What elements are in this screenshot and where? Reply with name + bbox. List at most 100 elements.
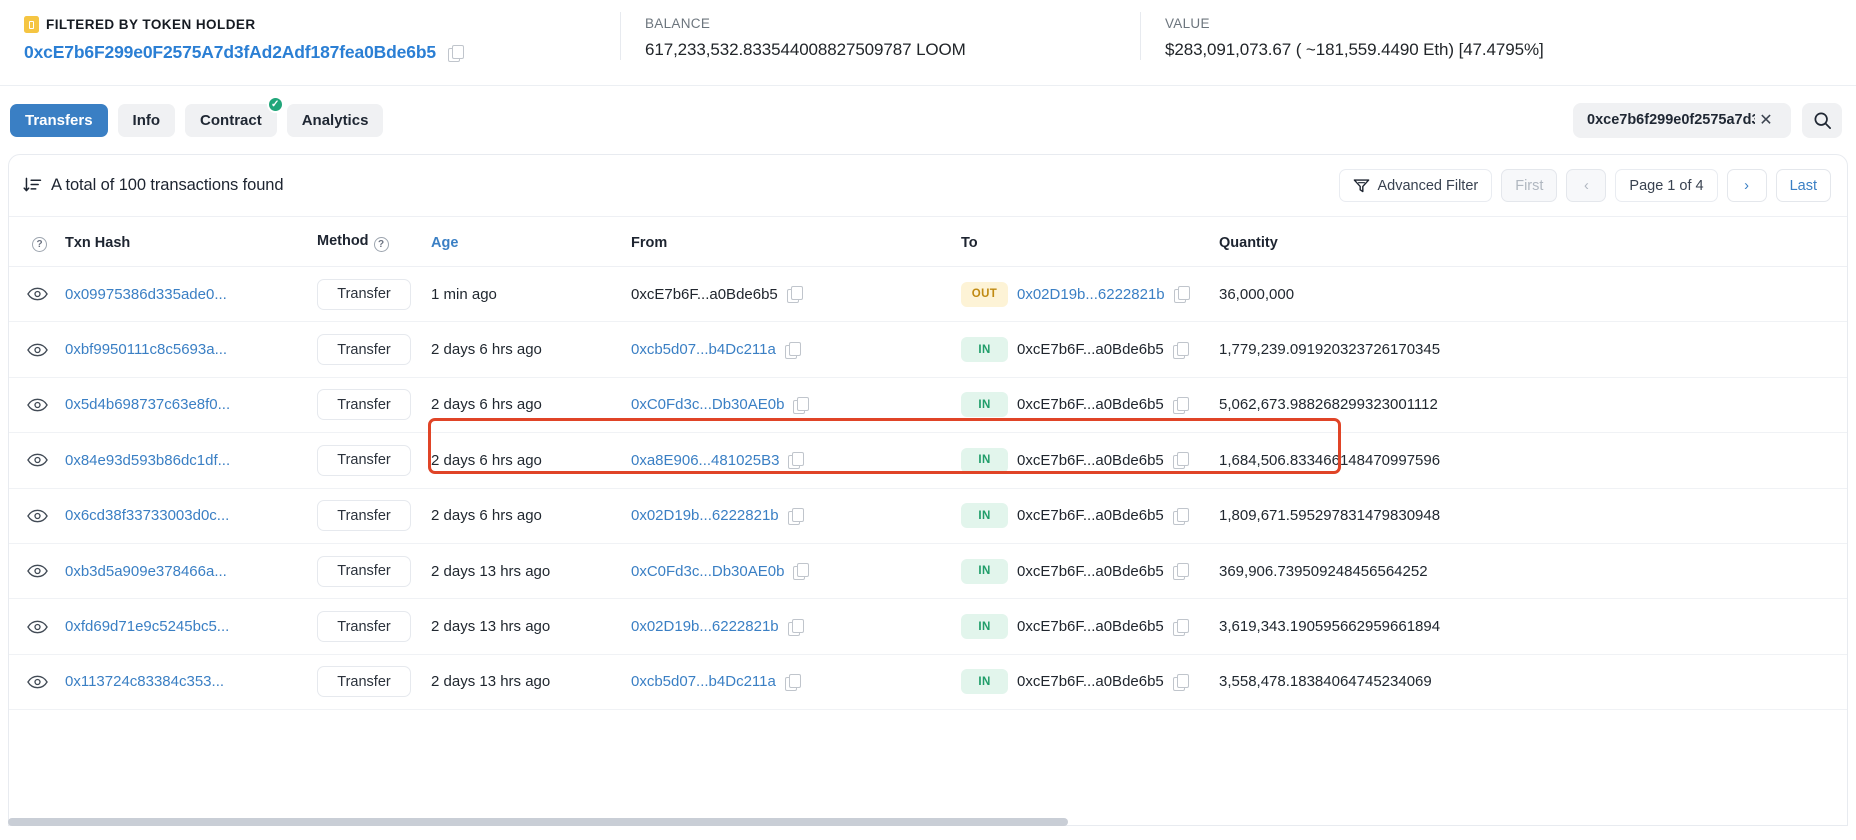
search-input[interactable]: [1587, 112, 1755, 128]
copy-icon[interactable]: [1173, 452, 1188, 468]
copy-icon[interactable]: [788, 452, 803, 468]
eye-icon[interactable]: [27, 675, 65, 689]
copy-icon[interactable]: [788, 619, 803, 635]
table-row[interactable]: 0xb3d5a909e378466a...Transfer2 days 13 h…: [9, 543, 1847, 598]
header-age[interactable]: Age: [431, 217, 631, 267]
copy-icon[interactable]: [1173, 508, 1188, 524]
row-from-cell[interactable]: 0x02D19b...6222821b: [631, 599, 961, 654]
row-eye-cell[interactable]: [9, 654, 65, 709]
table-row[interactable]: 0x84e93d593b86dc1df...Transfer2 days 6 h…: [9, 433, 1847, 488]
pagination-first-button[interactable]: First: [1501, 169, 1557, 202]
question-circle-icon[interactable]: ?: [374, 237, 389, 252]
eye-icon[interactable]: [27, 287, 65, 301]
copy-icon[interactable]: [1174, 286, 1189, 302]
row-txn-hash-cell[interactable]: 0xbf9950111c8c5693a...: [65, 322, 317, 377]
eye-icon[interactable]: [27, 509, 65, 523]
from-address[interactable]: 0xC0Fd3c...Db30AE0b: [631, 396, 784, 413]
copy-icon[interactable]: [448, 45, 463, 61]
table-row[interactable]: 0x6cd38f33733003d0c...Transfer2 days 6 h…: [9, 488, 1847, 543]
eye-icon[interactable]: [27, 564, 65, 578]
row-to-cell[interactable]: IN0xcE7b6F...a0Bde6b5: [961, 654, 1219, 709]
copy-icon[interactable]: [1173, 563, 1188, 579]
eye-icon[interactable]: [27, 453, 65, 467]
row-from-cell[interactable]: 0xC0Fd3c...Db30AE0b: [631, 377, 961, 432]
from-address[interactable]: 0x02D19b...6222821b: [631, 618, 779, 635]
row-to-cell[interactable]: IN0xcE7b6F...a0Bde6b5: [961, 322, 1219, 377]
horizontal-scrollbar[interactable]: [8, 818, 1068, 826]
row-eye-cell[interactable]: [9, 322, 65, 377]
row-eye-cell[interactable]: [9, 377, 65, 432]
copy-icon[interactable]: [793, 563, 808, 579]
row-to-cell[interactable]: OUT0x02D19b...6222821b: [961, 267, 1219, 322]
txn-hash-link[interactable]: 0xfd69d71e9c5245bc5...: [65, 618, 229, 635]
row-from-cell[interactable]: 0xC0Fd3c...Db30AE0b: [631, 543, 961, 598]
copy-icon[interactable]: [787, 286, 802, 302]
search-pill[interactable]: ✕: [1573, 103, 1791, 138]
eye-icon[interactable]: [27, 620, 65, 634]
row-txn-hash-cell[interactable]: 0x84e93d593b86dc1df...: [65, 433, 317, 488]
eye-icon[interactable]: [27, 398, 65, 412]
from-address[interactable]: 0xcb5d07...b4Dc211a: [631, 341, 776, 358]
copy-icon[interactable]: [793, 397, 808, 413]
pagination-last-button[interactable]: Last: [1776, 169, 1831, 202]
table-row[interactable]: 0xfd69d71e9c5245bc5...Transfer2 days 13 …: [9, 599, 1847, 654]
txn-hash-link[interactable]: 0x84e93d593b86dc1df...: [65, 452, 230, 469]
copy-icon[interactable]: [1173, 342, 1188, 358]
row-eye-cell[interactable]: [9, 543, 65, 598]
tab-analytics[interactable]: Analytics: [287, 104, 384, 137]
search-button[interactable]: [1802, 103, 1842, 138]
row-eye-cell[interactable]: [9, 433, 65, 488]
to-address[interactable]: 0x02D19b...6222821b: [1017, 286, 1165, 303]
row-eye-cell[interactable]: [9, 267, 65, 322]
row-eye-cell[interactable]: [9, 599, 65, 654]
token-holder-address[interactable]: 0xcE7b6F299e0F2575A7d3fAd2Adf187fea0Bde6…: [24, 42, 436, 63]
row-txn-hash-cell[interactable]: 0x113724c83384c353...: [65, 654, 317, 709]
copy-icon[interactable]: [785, 674, 800, 690]
from-address[interactable]: 0xcb5d07...b4Dc211a: [631, 673, 776, 690]
eye-icon[interactable]: [27, 343, 65, 357]
row-to-cell[interactable]: IN0xcE7b6F...a0Bde6b5: [961, 433, 1219, 488]
row-txn-hash-cell[interactable]: 0x6cd38f33733003d0c...: [65, 488, 317, 543]
tab-contract[interactable]: Contract ✓: [185, 104, 277, 137]
txn-hash-link[interactable]: 0x5d4b698737c63e8f0...: [65, 396, 230, 413]
tab-transfers[interactable]: Transfers: [10, 104, 108, 137]
row-to-cell[interactable]: IN0xcE7b6F...a0Bde6b5: [961, 377, 1219, 432]
transactions-total-text: A total of 100 transactions found: [51, 176, 283, 195]
copy-icon[interactable]: [1173, 619, 1188, 635]
txn-hash-link[interactable]: 0xbf9950111c8c5693a...: [65, 341, 227, 358]
copy-icon[interactable]: [1173, 674, 1188, 690]
from-address[interactable]: 0x02D19b...6222821b: [631, 507, 779, 524]
row-txn-hash-cell[interactable]: 0xb3d5a909e378466a...: [65, 543, 317, 598]
pagination-next-button[interactable]: ›: [1727, 169, 1767, 202]
pagination-prev-button[interactable]: ‹: [1566, 169, 1606, 202]
row-to-cell[interactable]: IN0xcE7b6F...a0Bde6b5: [961, 488, 1219, 543]
table-row[interactable]: 0xbf9950111c8c5693a...Transfer2 days 6 h…: [9, 322, 1847, 377]
from-address[interactable]: 0xa8E906...481025B3: [631, 452, 779, 469]
txn-hash-link[interactable]: 0xb3d5a909e378466a...: [65, 563, 227, 580]
row-from-cell[interactable]: 0x02D19b...6222821b: [631, 488, 961, 543]
row-to-cell[interactable]: IN0xcE7b6F...a0Bde6b5: [961, 543, 1219, 598]
txn-hash-link[interactable]: 0x6cd38f33733003d0c...: [65, 507, 229, 524]
txn-hash-link[interactable]: 0x113724c83384c353...: [65, 673, 224, 690]
close-icon[interactable]: ✕: [1755, 109, 1777, 131]
table-row[interactable]: 0x5d4b698737c63e8f0...Transfer2 days 6 h…: [9, 377, 1847, 432]
from-address[interactable]: 0xC0Fd3c...Db30AE0b: [631, 563, 784, 580]
copy-icon[interactable]: [788, 508, 803, 524]
copy-icon[interactable]: [1173, 397, 1188, 413]
row-eye-cell[interactable]: [9, 488, 65, 543]
tab-info[interactable]: Info: [118, 104, 176, 137]
row-from-cell[interactable]: 0xcE7b6F...a0Bde6b5: [631, 267, 961, 322]
row-txn-hash-cell[interactable]: 0xfd69d71e9c5245bc5...: [65, 599, 317, 654]
advanced-filter-button[interactable]: Advanced Filter: [1339, 169, 1492, 202]
row-txn-hash-cell[interactable]: 0x09975386d335ade0...: [65, 267, 317, 322]
row-from-cell[interactable]: 0xa8E906...481025B3: [631, 433, 961, 488]
row-from-cell[interactable]: 0xcb5d07...b4Dc211a: [631, 322, 961, 377]
row-txn-hash-cell[interactable]: 0x5d4b698737c63e8f0...: [65, 377, 317, 432]
table-row[interactable]: 0x113724c83384c353...Transfer2 days 13 h…: [9, 654, 1847, 709]
row-from-cell[interactable]: 0xcb5d07...b4Dc211a: [631, 654, 961, 709]
table-row[interactable]: 0x09975386d335ade0...Transfer1 min ago0x…: [9, 267, 1847, 322]
copy-icon[interactable]: [785, 342, 800, 358]
txn-hash-link[interactable]: 0x09975386d335ade0...: [65, 286, 227, 303]
question-circle-icon[interactable]: ?: [32, 237, 47, 252]
row-to-cell[interactable]: IN0xcE7b6F...a0Bde6b5: [961, 599, 1219, 654]
